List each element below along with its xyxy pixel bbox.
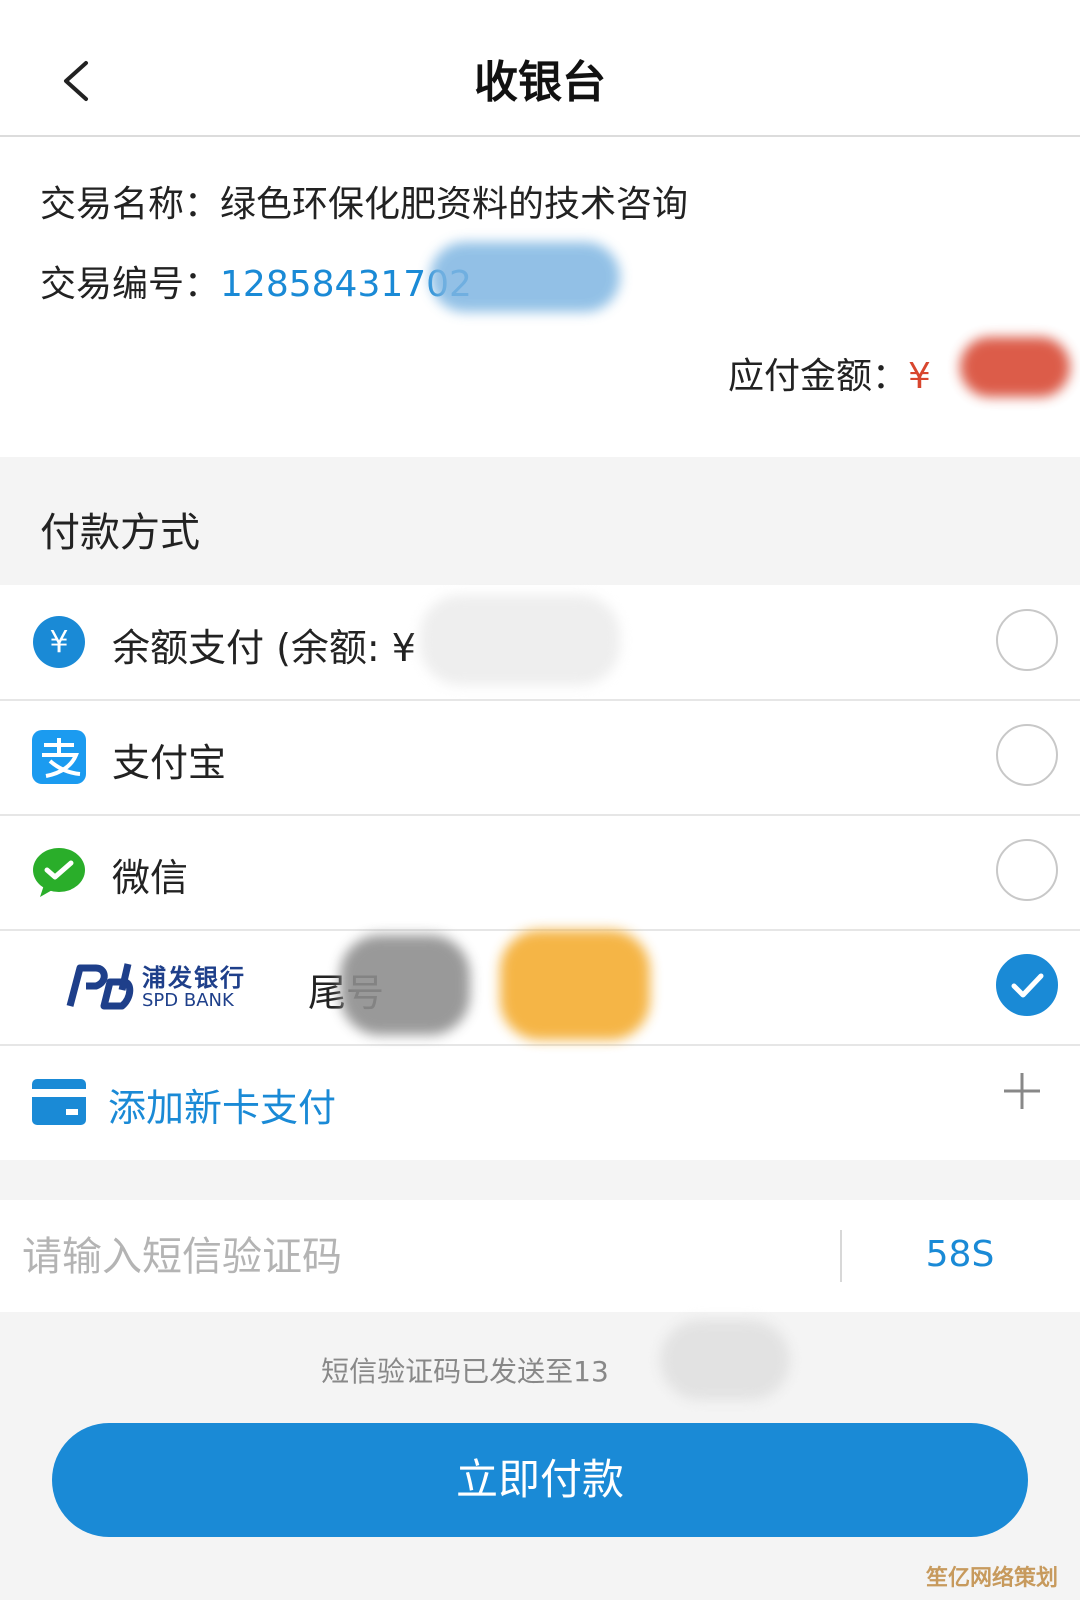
wave-divider [0, 425, 1080, 445]
redaction-mark [660, 1320, 790, 1400]
alipay-label: 支付宝 [112, 741, 227, 785]
transaction-name-row: 交易名称：绿色环保化肥资料的技术咨询 [40, 175, 688, 227]
header-bar: 收银台 [0, 0, 1080, 137]
pay-now-button[interactable]: 立即付款 [52, 1423, 1028, 1537]
sms-code-box: 58S [0, 1200, 1080, 1312]
plus-icon[interactable] [1002, 1071, 1042, 1111]
payment-option-wechat[interactable]: 微信 [0, 815, 1080, 931]
alipay-radio[interactable] [996, 724, 1058, 786]
redaction-mark [340, 935, 470, 1035]
sms-hint-text: 短信验证码已发送至13 [321, 1355, 609, 1388]
sms-code-input[interactable] [20, 1220, 804, 1294]
redaction-mark [430, 242, 620, 312]
wechat-icon [33, 848, 85, 897]
payment-option-spd-bank[interactable]: 浦发银行 SPD BANK 尾号 [0, 930, 1080, 1046]
add-new-card-row[interactable]: 添加新卡支付 [0, 1045, 1080, 1159]
payment-option-balance[interactable]: ¥ 余额支付 (余额: ¥ [0, 585, 1080, 701]
amount-label: 应付金额： [728, 356, 909, 397]
yen-circle-icon: ¥ [33, 616, 85, 668]
sms-sent-hint: 短信验证码已发送至13 [0, 1350, 1080, 1390]
amount-row: 应付金额：¥ [728, 347, 931, 399]
transaction-name-label: 交易名称： [40, 184, 221, 225]
redaction-mark [500, 930, 650, 1040]
card-icon [32, 1079, 86, 1125]
transaction-number-label: 交易编号： [40, 264, 221, 305]
watermark: 笙亿网络策划 [925, 1566, 1058, 1591]
wechat-radio[interactable] [996, 839, 1058, 901]
balance-label: 余额支付 (余额: ¥ [112, 626, 416, 670]
amount-currency: ¥ [908, 356, 931, 397]
check-icon [1011, 973, 1044, 998]
divider [840, 1230, 842, 1282]
spd-bank-name-en: SPD BANK [142, 990, 234, 1011]
wechat-label: 微信 [112, 856, 189, 900]
redaction-mark [420, 595, 620, 685]
spd-bank-name: 浦发银行 [142, 964, 246, 992]
add-card-label: 添加新卡支付 [108, 1086, 337, 1130]
page-title: 收银台 [474, 57, 606, 108]
alipay-icon [32, 730, 86, 784]
payment-method-list: ¥ 余额支付 (余额: ¥ 支付宝 微信 浦发银行 SPD BANK 添加新卡支… [0, 585, 1080, 1160]
svg-text:¥: ¥ [49, 625, 68, 660]
transaction-info: 交易名称：绿色环保化肥资料的技术咨询 交易编号：12858431702 应付金额… [0, 137, 1080, 457]
transaction-name-value: 绿色环保化肥资料的技术咨询 [220, 184, 689, 225]
payment-method-title: 付款方式 [40, 510, 200, 556]
redaction-mark [960, 337, 1070, 397]
payment-option-alipay[interactable]: 支付宝 [0, 700, 1080, 816]
resend-countdown[interactable]: 58S [900, 1234, 1020, 1275]
spd-bank-logo [66, 963, 134, 1010]
balance-radio[interactable] [996, 609, 1058, 671]
transaction-number-row: 交易编号：12858431702 [40, 255, 472, 307]
spd-bank-radio[interactable] [996, 954, 1058, 1016]
